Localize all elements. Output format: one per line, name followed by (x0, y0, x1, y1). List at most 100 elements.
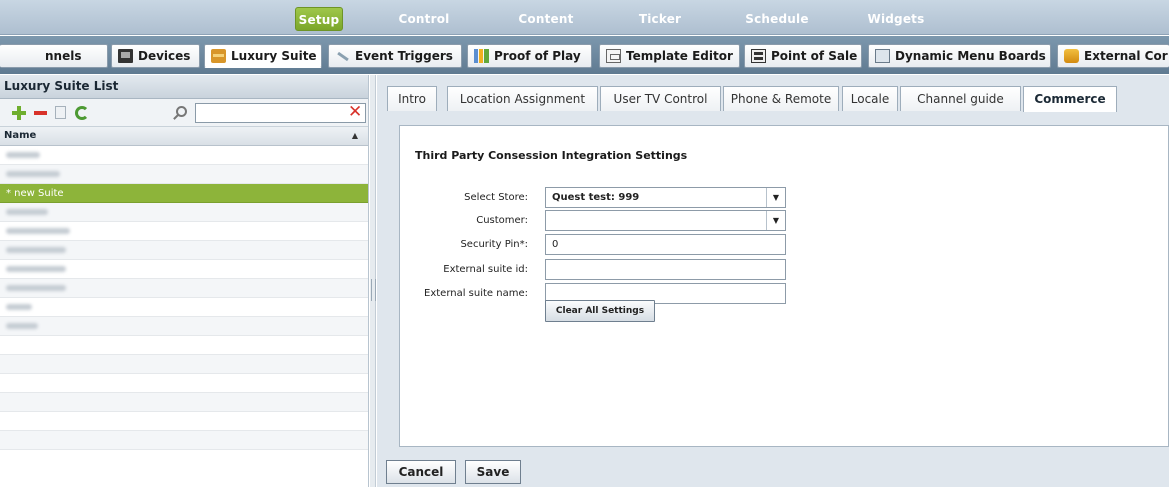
luxury-suite-icon (211, 49, 226, 63)
main-tab-bar: nnels Devices Luxury Suite Event Trigger… (0, 36, 1169, 74)
tab-label: Proof of Play (494, 49, 581, 63)
redacted-text (6, 266, 66, 272)
tab-dynamic-menu-boards[interactable]: Dynamic Menu Boards (868, 44, 1051, 68)
event-triggers-icon (335, 49, 350, 63)
list-item[interactable] (0, 317, 368, 336)
panel-title: Luxury Suite List (0, 75, 368, 99)
select-store-dropdown[interactable]: Quest test: 999 ▼ (545, 187, 786, 208)
external-content-icon (1064, 49, 1079, 63)
subtab-locale[interactable]: Locale (842, 86, 898, 111)
tab-devices[interactable]: Devices (111, 44, 200, 68)
panel-splitter[interactable] (370, 75, 376, 487)
tab-template-editor[interactable]: Template Editor (599, 44, 740, 68)
customer-dropdown[interactable]: ▼ (545, 210, 786, 231)
external-suite-id-label: External suite id: (443, 264, 528, 275)
search-icon (176, 106, 187, 117)
dropdown-arrow-icon[interactable]: ▼ (766, 188, 785, 207)
column-label: Name (4, 130, 37, 141)
redacted-text (6, 171, 60, 177)
tab-event-triggers[interactable]: Event Triggers (328, 44, 462, 68)
nav-control[interactable]: Control (398, 7, 450, 31)
select-store-label: Select Store: (464, 192, 528, 203)
menu-boards-icon (875, 49, 890, 63)
select-store-value: Quest test: 999 (552, 192, 640, 203)
subtab-user-tv-control[interactable]: User TV Control (600, 86, 721, 111)
tab-channels[interactable]: nnels (0, 44, 108, 68)
list-item-label: * new Suite (6, 188, 64, 199)
external-suite-name-label: External suite name: (424, 288, 528, 299)
customer-label: Customer: (476, 215, 528, 226)
redacted-text (6, 247, 66, 253)
list-item[interactable] (0, 279, 368, 298)
redacted-text (6, 285, 66, 291)
template-editor-icon (606, 49, 621, 63)
redacted-text (6, 304, 32, 310)
redacted-text (6, 228, 70, 234)
section-title: Third Party Consession Integration Setti… (415, 149, 688, 162)
list-item[interactable] (0, 146, 368, 165)
proof-of-play-icon (474, 49, 489, 63)
subtab-channel-guide[interactable]: Channel guide (900, 86, 1021, 111)
devices-icon (118, 49, 133, 63)
list-item[interactable] (0, 298, 368, 317)
tab-label: Event Triggers (355, 49, 453, 63)
copy-icon[interactable] (55, 106, 66, 119)
list-item[interactable] (0, 222, 368, 241)
subtab-commerce[interactable]: Commerce (1023, 86, 1117, 112)
clear-all-settings-button[interactable]: Clear All Settings (545, 300, 655, 322)
list-item-empty (0, 336, 368, 355)
dropdown-arrow-icon[interactable]: ▼ (766, 211, 785, 230)
list-item[interactable] (0, 165, 368, 184)
detail-tabs: Intro Location Assignment User TV Contro… (387, 86, 1169, 112)
tab-point-of-sale[interactable]: Point of Sale (744, 44, 862, 68)
nav-schedule[interactable]: Schedule (744, 7, 810, 31)
subtab-phone-remote[interactable]: Phone & Remote (723, 86, 839, 111)
tab-proof-of-play[interactable]: Proof of Play (467, 44, 592, 68)
nav-setup[interactable]: Setup (295, 7, 343, 31)
list-item-empty (0, 355, 368, 374)
list-item-empty (0, 431, 368, 450)
nav-ticker[interactable]: Ticker (634, 7, 686, 31)
remove-icon[interactable] (34, 106, 48, 120)
security-pin-input[interactable]: 0 (545, 234, 786, 255)
list-item[interactable] (0, 241, 368, 260)
list-toolbar: ✕ (0, 99, 368, 127)
point-of-sale-icon (751, 49, 766, 63)
nav-widgets[interactable]: Widgets (866, 7, 926, 31)
external-suite-id-input[interactable] (545, 259, 786, 280)
list-item-empty (0, 412, 368, 431)
subtab-intro[interactable]: Intro (387, 86, 437, 111)
redacted-text (6, 323, 38, 329)
tab-luxury-suite[interactable]: Luxury Suite (204, 44, 322, 68)
nav-content[interactable]: Content (515, 7, 577, 31)
tab-label: Devices (138, 49, 191, 63)
suite-list: * new Suite (0, 146, 368, 450)
list-item-empty (0, 393, 368, 412)
sort-ascending-icon[interactable]: ▲ (352, 127, 358, 145)
list-item-empty (0, 374, 368, 393)
refresh-icon[interactable] (75, 106, 89, 120)
top-navigation: Setup Control Content Ticker Schedule Wi… (0, 0, 1169, 35)
redacted-text (6, 209, 48, 215)
save-button[interactable]: Save (465, 460, 521, 484)
tab-label: Template Editor (626, 49, 733, 63)
list-item[interactable] (0, 203, 368, 222)
search-input[interactable] (195, 103, 366, 123)
column-header-name[interactable]: Name ▲ (0, 127, 368, 146)
tab-label: Point of Sale (771, 49, 858, 63)
cancel-button[interactable]: Cancel (386, 460, 456, 484)
tab-external-content[interactable]: External Cor (1057, 44, 1169, 68)
suite-detail-panel: Intro Location Assignment User TV Contro… (377, 75, 1169, 487)
clear-search-icon[interactable]: ✕ (348, 104, 362, 121)
redacted-text (6, 152, 40, 158)
security-pin-label: Security Pin*: (460, 239, 528, 250)
tab-label: Luxury Suite (231, 49, 317, 63)
tab-label: nnels (45, 49, 82, 63)
commerce-settings-form: Third Party Consession Integration Setti… (399, 125, 1169, 447)
list-item[interactable] (0, 260, 368, 279)
luxury-suite-list-panel: Luxury Suite List ✕ Name ▲ * new Suite (0, 75, 369, 487)
add-icon[interactable] (12, 106, 26, 120)
list-item-selected[interactable]: * new Suite (0, 184, 368, 203)
subtab-location-assignment[interactable]: Location Assignment (447, 86, 598, 111)
tab-label: External Cor (1084, 49, 1168, 63)
